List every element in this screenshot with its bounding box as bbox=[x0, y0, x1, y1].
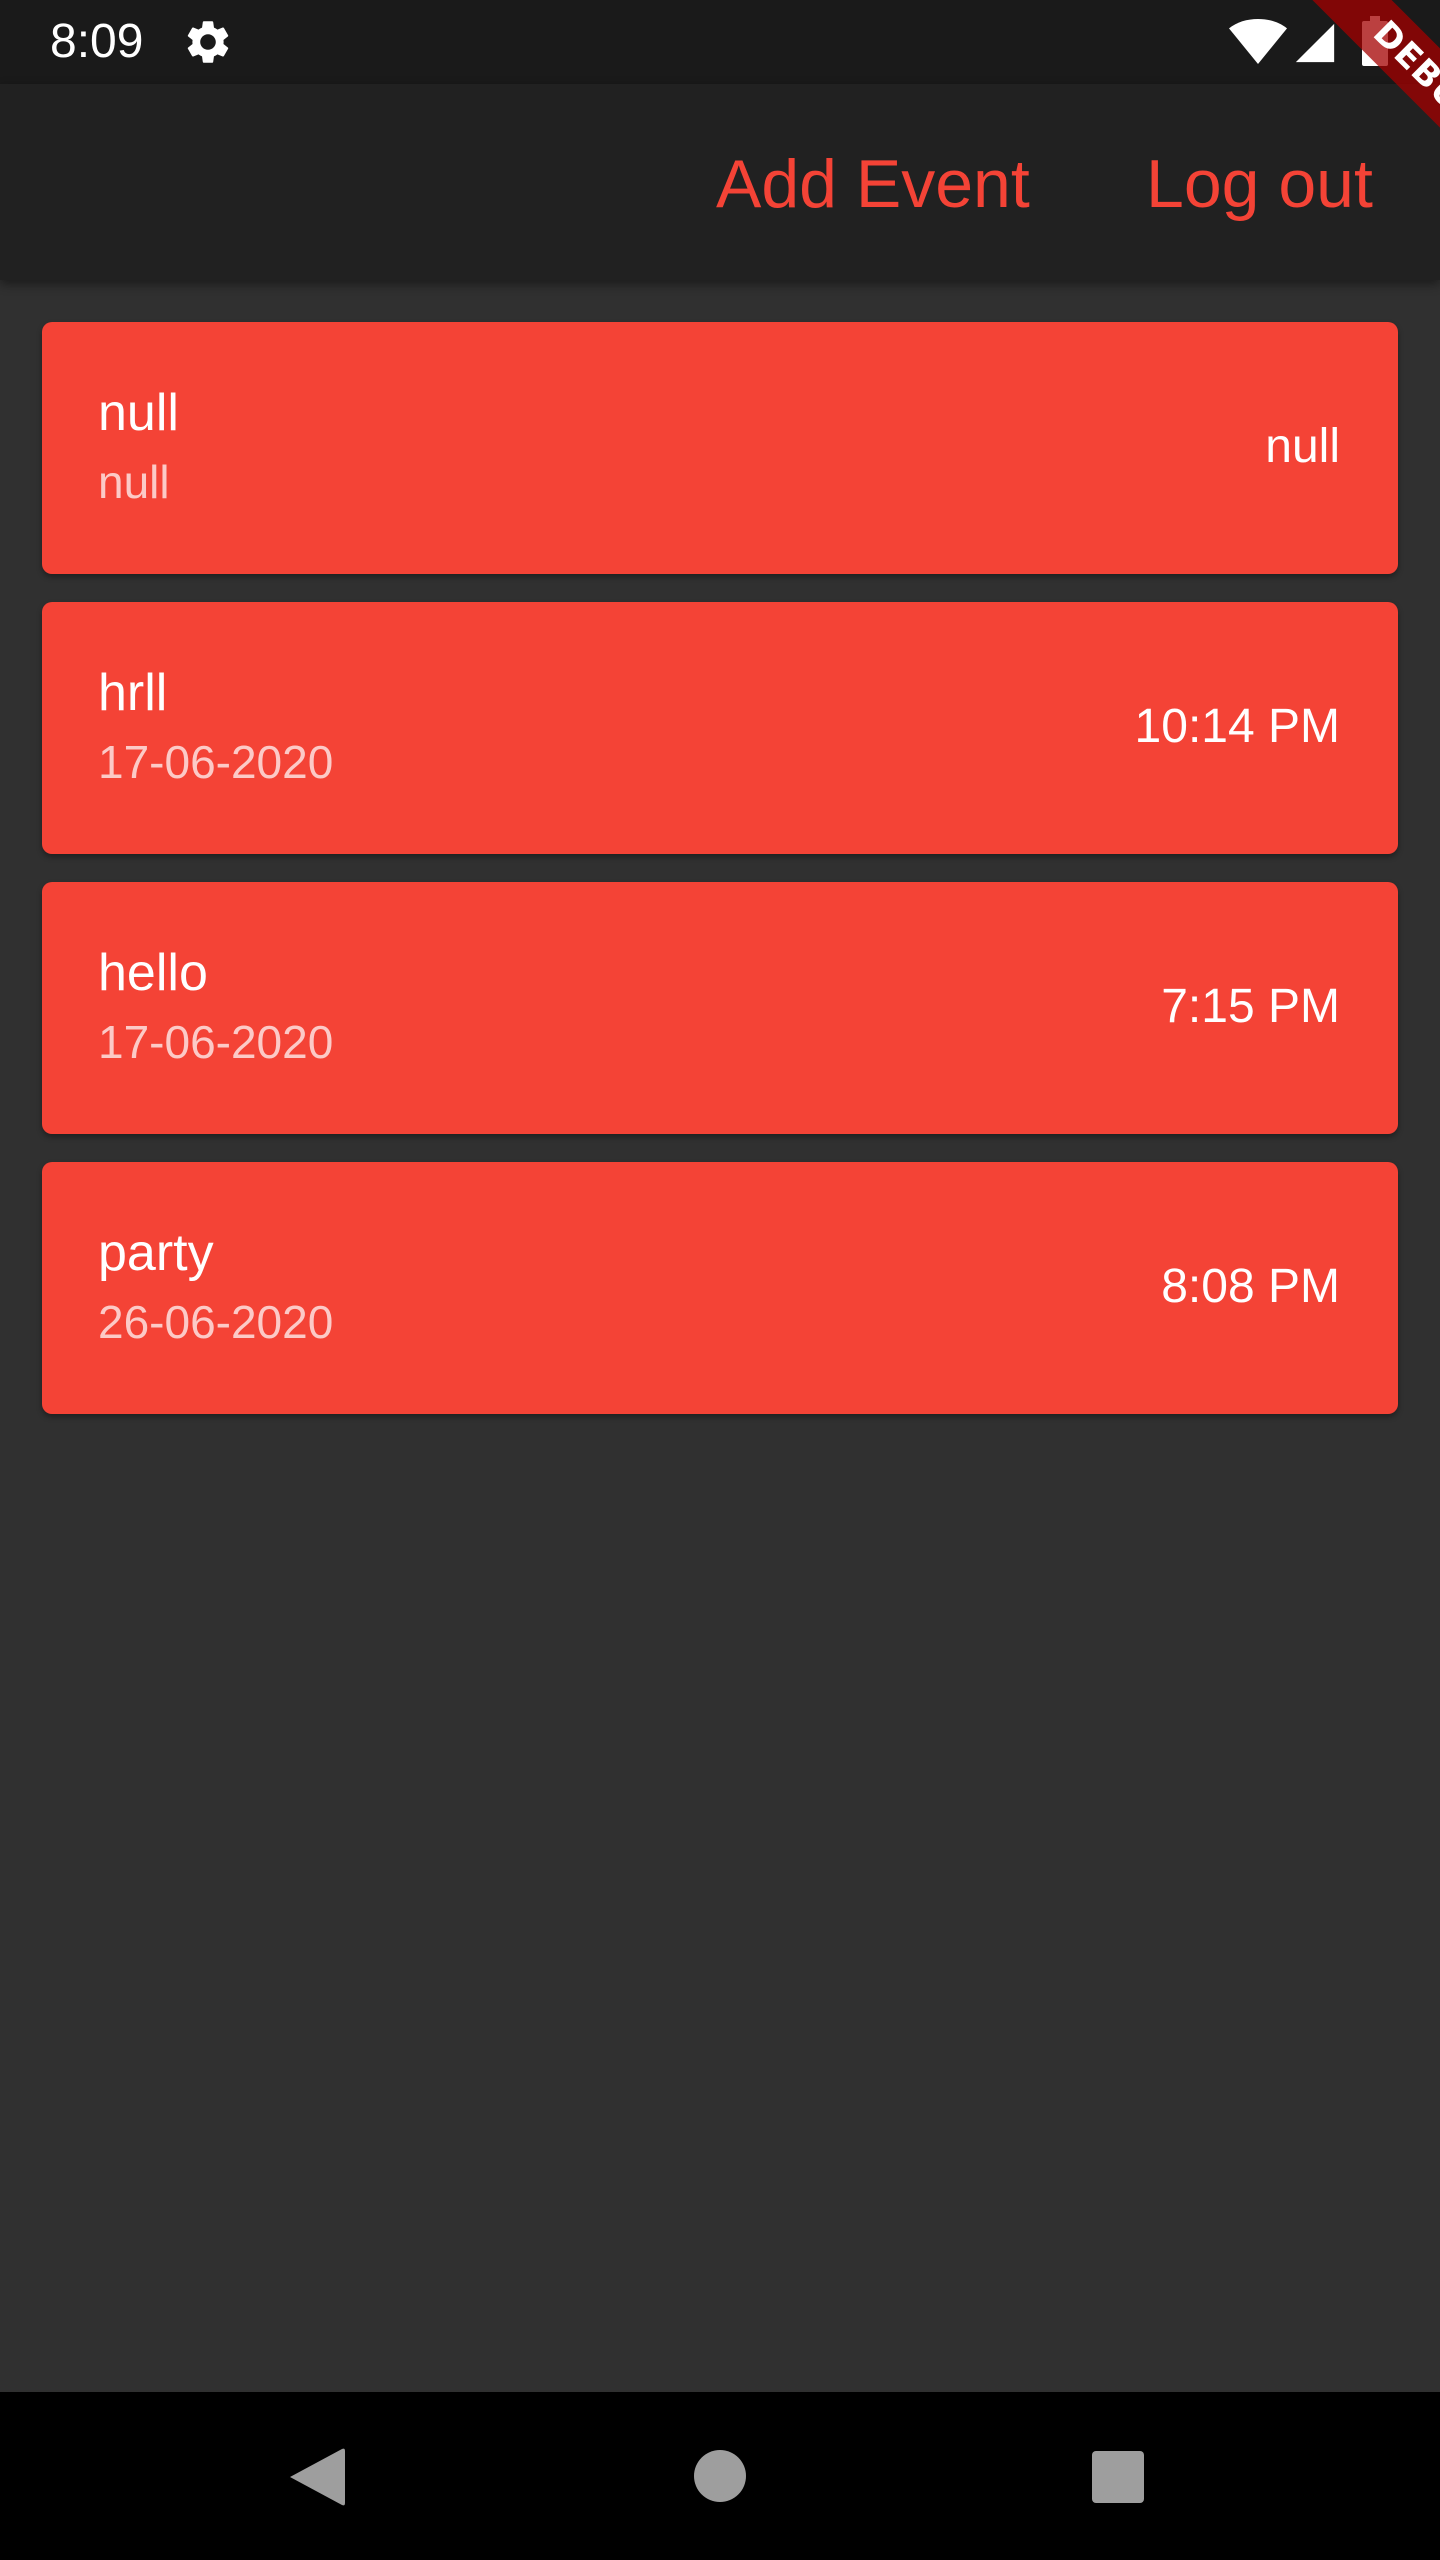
recents-icon[interactable] bbox=[1092, 2451, 1144, 2503]
back-icon[interactable] bbox=[288, 2446, 346, 2508]
event-title: party bbox=[98, 1224, 214, 1282]
event-card[interactable]: hrll 17-06-2020 10:14 PM bbox=[42, 602, 1398, 854]
event-time: 8:08 PM bbox=[1161, 1260, 1340, 1313]
wifi-icon bbox=[1229, 19, 1287, 64]
event-card[interactable]: null null null bbox=[42, 322, 1398, 574]
gear-icon bbox=[187, 21, 229, 63]
event-date: 26-06-2020 bbox=[98, 1296, 334, 1348]
battery-icon bbox=[1362, 16, 1388, 66]
event-title: hello bbox=[98, 944, 208, 1002]
add-event-button[interactable]: Add Event bbox=[716, 144, 1030, 224]
event-date: null bbox=[98, 456, 170, 508]
log-out-button[interactable]: Log out bbox=[1146, 144, 1373, 224]
status-bar: 8:09 bbox=[0, 0, 1440, 84]
signal-icon bbox=[1295, 23, 1335, 63]
event-title: null bbox=[98, 384, 179, 442]
app-bar: Add Event Log out bbox=[0, 84, 1440, 280]
event-time: null bbox=[1265, 420, 1340, 473]
status-time: 8:09 bbox=[50, 15, 144, 68]
event-date: 17-06-2020 bbox=[98, 736, 334, 788]
event-card[interactable]: hello 17-06-2020 7:15 PM bbox=[42, 882, 1398, 1134]
home-icon[interactable] bbox=[694, 2450, 746, 2502]
event-time: 7:15 PM bbox=[1161, 980, 1340, 1033]
event-card[interactable]: party 26-06-2020 8:08 PM bbox=[42, 1162, 1398, 1414]
event-date: 17-06-2020 bbox=[98, 1016, 334, 1068]
navigation-bar bbox=[0, 2392, 1440, 2560]
event-list: null null null hrll 17-06-2020 10:14 PM … bbox=[42, 322, 1398, 1442]
event-title: hrll bbox=[98, 664, 168, 722]
event-time: 10:14 PM bbox=[1134, 700, 1340, 753]
